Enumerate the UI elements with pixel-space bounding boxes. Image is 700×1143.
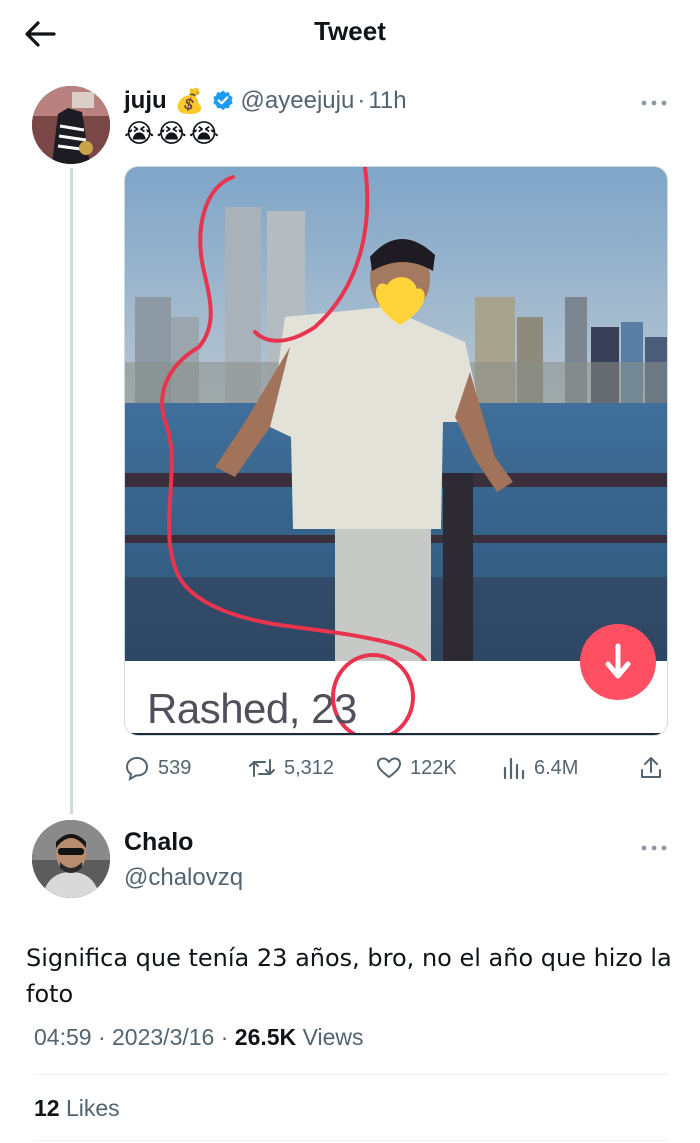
more-dots-icon [641, 100, 667, 106]
heart-icon [377, 757, 401, 778]
author-handle[interactable]: @ayeejuju [241, 87, 355, 115]
reply-avatar[interactable] [32, 820, 110, 898]
separator: · [357, 87, 366, 114]
reply-avatar-image [32, 820, 110, 898]
arrow-down-icon [605, 643, 631, 679]
share-button[interactable] [638, 752, 672, 784]
reply-date[interactable]: 2023/3/16 [112, 1024, 214, 1050]
reply-button[interactable]: 539 [124, 752, 191, 784]
like-count: 122K [410, 756, 457, 779]
tweet-time[interactable]: 11h [368, 87, 406, 115]
reply-more-options-button[interactable] [640, 840, 668, 851]
retweet-button[interactable]: 5,312 [248, 752, 334, 784]
views-count: 6.4M [534, 756, 579, 779]
reply-meta: 04:59 · 2023/3/16 · 26.5K Views [34, 1024, 364, 1051]
tweet-author-row: juju 💰 @ayeejuju · 11h [124, 84, 407, 118]
reply-views-count: 26.5K [234, 1024, 297, 1050]
card-name-age-label: Rashed, 23 [147, 685, 357, 732]
card-down-button[interactable] [580, 624, 656, 700]
author-name[interactable]: juju [124, 87, 167, 115]
more-dots-icon [641, 845, 667, 851]
reply-author-name[interactable]: Chalo [124, 828, 193, 857]
reply-count: 539 [158, 756, 192, 779]
divider [34, 1140, 668, 1141]
tweet-text: 😭😭😭 [124, 118, 222, 148]
tweet-action-bar: 539 5,312 122K 6.4M [124, 752, 668, 784]
likes-summary[interactable]: 12 Likes [34, 1095, 120, 1122]
verified-badge-icon [212, 90, 233, 111]
share-icon [641, 757, 661, 778]
reply-views-label: Views [302, 1024, 364, 1050]
retweet-icon [249, 759, 275, 777]
separator: · [97, 1024, 106, 1050]
comment-icon [125, 756, 149, 781]
reply-author-handle[interactable]: @chalovzq [124, 864, 243, 892]
reply-likes-label: Likes [65, 1095, 120, 1121]
reply-time[interactable]: 04:59 [34, 1024, 92, 1050]
divider [34, 1074, 668, 1075]
page-title: Tweet [314, 16, 386, 46]
thread-connector [70, 168, 73, 814]
reply-likes-count: 12 [34, 1095, 60, 1121]
top-bar: Tweet [0, 0, 700, 66]
tweet-media[interactable]: Rashed, 23 [124, 166, 668, 736]
money-bag-emoji: 💰 [174, 87, 205, 115]
like-button[interactable]: 122K [376, 752, 457, 784]
reply-text: Significa que tenía 23 años, bro, no el … [26, 944, 672, 1008]
retweet-count: 5,312 [284, 756, 335, 779]
separator: · [220, 1024, 229, 1050]
more-options-button[interactable] [640, 95, 668, 106]
analytics-icon [503, 757, 525, 780]
avatar-image [32, 86, 110, 164]
avatar[interactable] [32, 86, 110, 164]
views-button[interactable]: 6.4M [502, 752, 578, 784]
